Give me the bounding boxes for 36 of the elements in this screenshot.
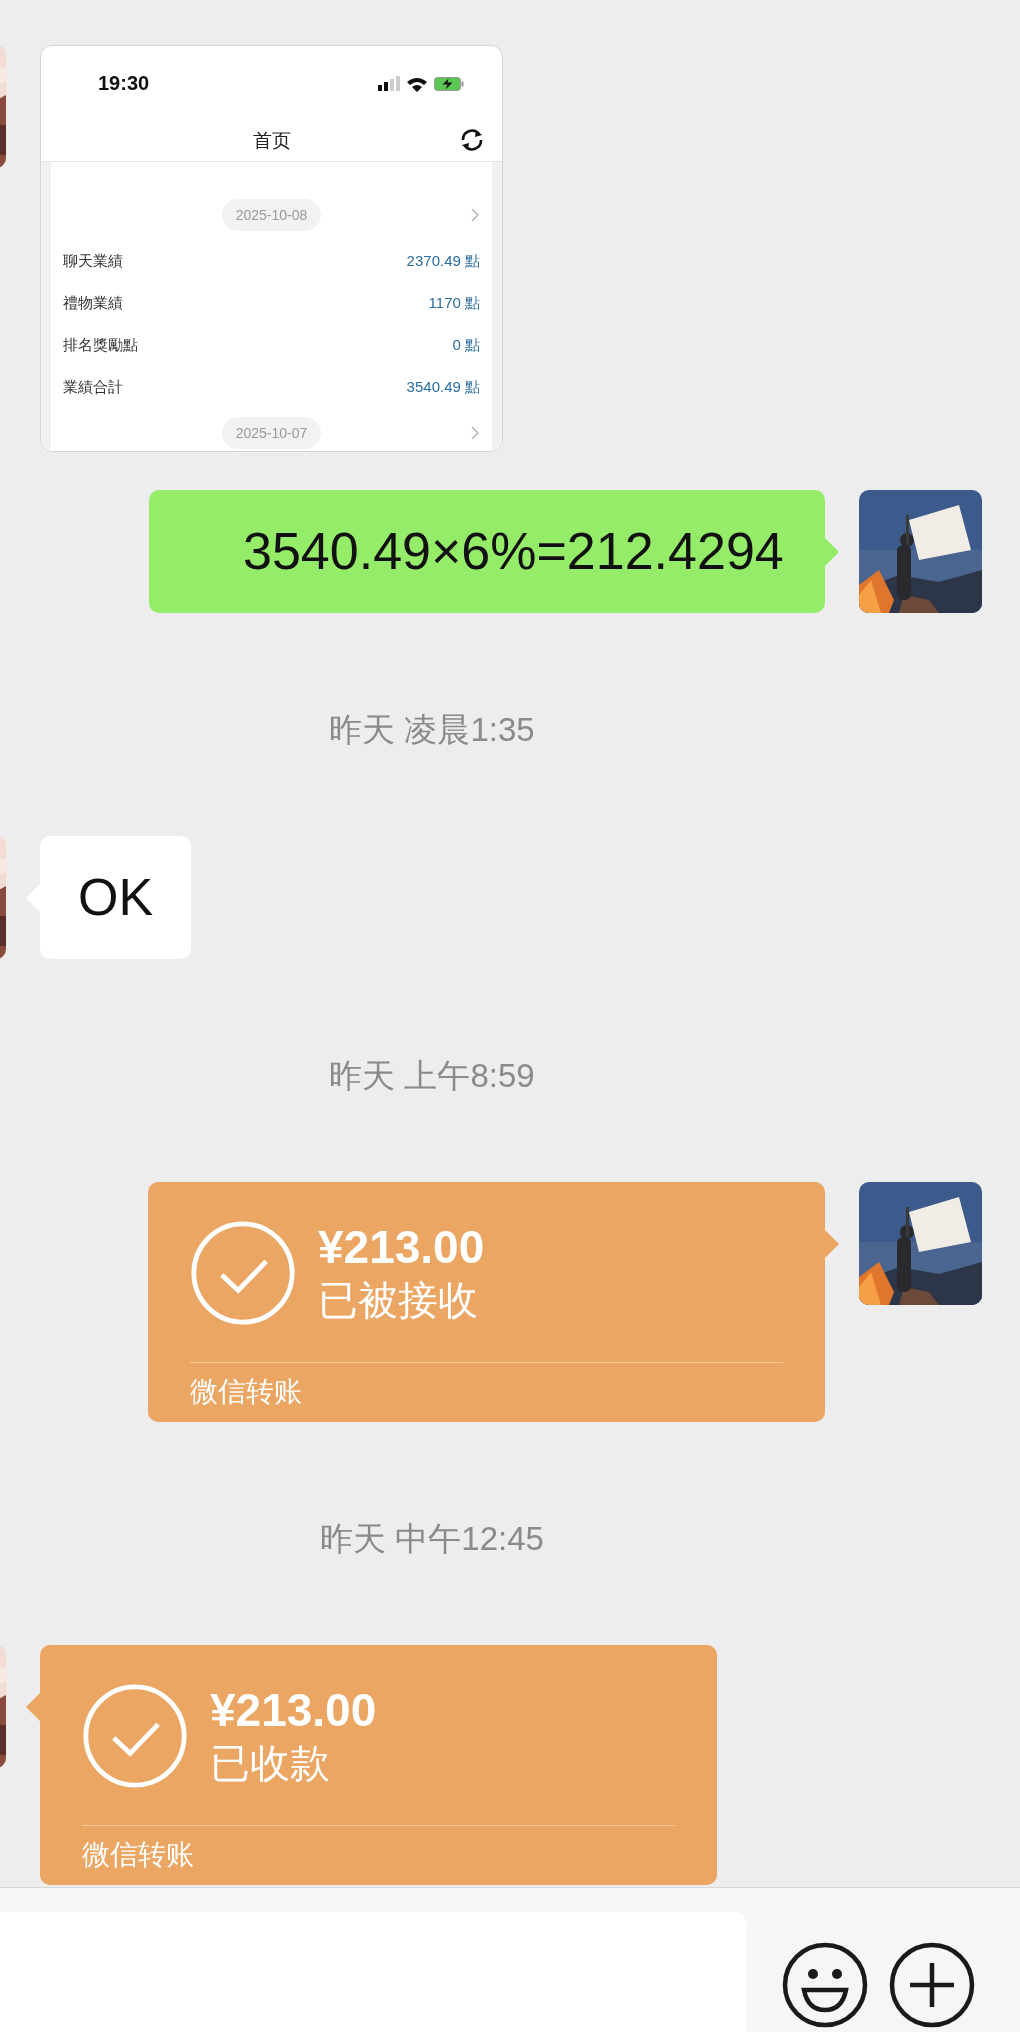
row-label: 排名獎勵點	[63, 335, 138, 355]
date-pill[interactable]: 2025-10-07	[221, 417, 322, 449]
row-value: 2370.49 點	[406, 251, 480, 271]
transfer-label: 微信转账	[190, 1375, 302, 1409]
check-icon	[190, 1220, 296, 1326]
transfer-label: 微信转账	[82, 1838, 194, 1872]
check-icon	[82, 1683, 188, 1789]
signal-icon	[378, 76, 400, 91]
row-label: 業績合計	[63, 377, 123, 397]
wifi-icon	[407, 75, 427, 92]
transfer-status: 已收款	[210, 1740, 331, 1787]
timestamp: 昨天 上午8:59	[329, 1057, 535, 1094]
message-bubble: OK	[40, 836, 192, 959]
transfer-status: 已被接收	[318, 1277, 479, 1324]
bubble-tail	[825, 1230, 839, 1258]
message-bubble: 3540.49×6%=212.4294	[149, 490, 825, 613]
row-label: 禮物業績	[63, 293, 123, 313]
row-value: 3540.49 點	[406, 377, 480, 397]
status-time: 19:30	[98, 72, 150, 95]
page-title: 首页	[252, 129, 291, 153]
emoji-icon[interactable]	[780, 1940, 870, 2030]
refresh-icon[interactable]	[459, 127, 485, 153]
timestamp: 昨天 中午12:45	[320, 1520, 544, 1557]
timestamp: 昨天 凌晨1:35	[329, 711, 535, 748]
transfer-amount: ¥213.00	[318, 1220, 485, 1274]
battery-icon	[434, 76, 464, 91]
bubble-tail	[26, 1693, 40, 1721]
bubble-tail	[825, 538, 839, 566]
plus-icon[interactable]	[887, 1940, 977, 2030]
transfer-card[interactable]: ¥213.00 已收款 微信转账	[40, 1645, 717, 1885]
row-value: 1170 點	[428, 293, 480, 313]
transfer-card[interactable]: ¥213.00 已被接收 微信转账	[148, 1182, 825, 1422]
row-value: 0 點	[452, 335, 480, 355]
transfer-amount: ¥213.00	[210, 1683, 377, 1737]
row-label: 聊天業績	[63, 251, 123, 271]
date-pill[interactable]: 2025-10-08	[221, 199, 322, 231]
